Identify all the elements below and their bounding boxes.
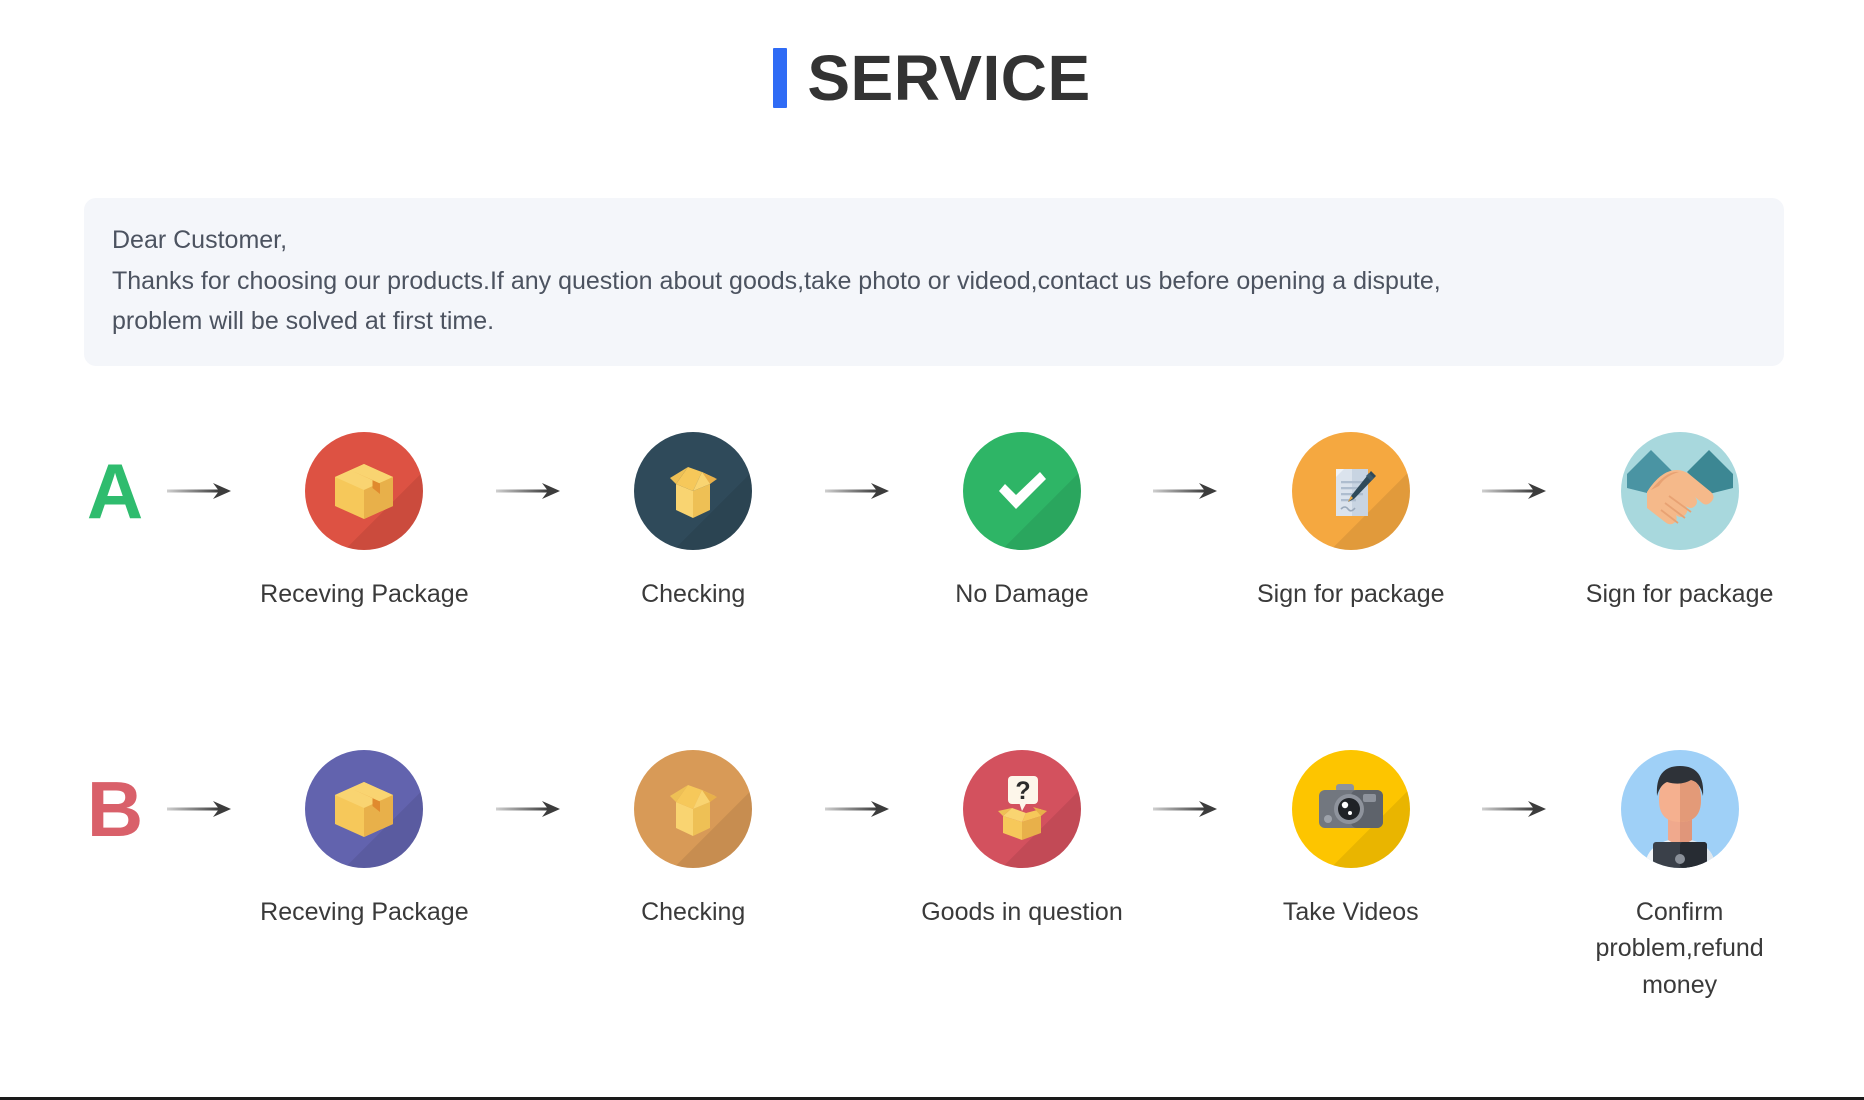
notice-line-1: Dear Customer, (112, 226, 288, 254)
notice-line-2: Thanks for choosing our products.If any … (112, 266, 1441, 295)
handshake-icon (1620, 432, 1739, 550)
flow-step: ? Goods in question (900, 750, 1145, 930)
flow-step-label: Checking (641, 898, 746, 926)
flow-step: Checking (571, 750, 816, 930)
flow-step-label: Sign for package (1585, 580, 1774, 608)
page-title-text: SERVICE (807, 42, 1091, 114)
svg-text:?: ? (1015, 777, 1030, 805)
flow-step-label: Take Videos (1282, 898, 1419, 926)
flow-step: Sign for package (1557, 432, 1802, 612)
arrow-right-icon (1473, 750, 1557, 868)
flow-step-label: No Damage (955, 580, 1089, 608)
arrow-right-icon (487, 750, 571, 868)
flow-step-label: Receving Package (260, 898, 469, 926)
flow-step-label: Checking (641, 580, 746, 608)
open-box-icon (634, 432, 753, 550)
checkmark-icon (962, 432, 1081, 550)
arrow-right-icon (158, 432, 242, 550)
flow-step-label: Sign for package (1256, 580, 1445, 608)
flow-step-label: Confirm problem,refund money (1595, 898, 1764, 999)
closed-box-icon (305, 432, 424, 550)
arrow-right-icon (487, 432, 571, 550)
arrow-right-icon (1473, 432, 1557, 550)
flow-step: Sign for package (1228, 432, 1473, 612)
flow-step: No Damage (900, 432, 1145, 612)
page-title: SERVICE (0, 46, 1864, 110)
arrow-right-icon (816, 432, 900, 550)
flow-step: Take Videos (1228, 750, 1473, 930)
flow-step: Receving Package (242, 432, 487, 612)
flow-step-label: Receving Package (260, 580, 469, 608)
arrow-right-icon (158, 750, 242, 868)
customer-notice: Dear Customer, Thanks for choosing our p… (84, 198, 1784, 366)
open-box-icon (634, 750, 753, 868)
flow-step-label: Goods in question (921, 898, 1123, 926)
document-pen-icon (1291, 432, 1410, 550)
arrow-right-icon (1144, 432, 1228, 550)
camera-icon (1291, 750, 1410, 868)
support-person-icon (1620, 750, 1739, 868)
title-accent-bar (773, 48, 788, 108)
closed-box-icon (305, 750, 424, 868)
flow-badge-b-label: B (86, 765, 144, 853)
flow-step: Confirm problem,refund money (1557, 750, 1802, 1003)
flow-badge-a: A (72, 432, 158, 550)
flow-row-b: B Receving Package Checking ? Goods in q… (72, 750, 1802, 1003)
flow-row-a: A Receving Package Checking No Damage Si… (72, 432, 1802, 612)
question-box-icon: ? (962, 750, 1081, 868)
flow-badge-a-label: A (86, 447, 144, 535)
notice-line-3: problem will be solved at first time. (112, 307, 495, 335)
flow-step: Checking (571, 432, 816, 612)
arrow-right-icon (1144, 750, 1228, 868)
flow-step: Receving Package (242, 750, 487, 930)
arrow-right-icon (816, 750, 900, 868)
flow-badge-b: B (72, 750, 158, 868)
service-page: SERVICE Dear Customer, Thanks for choosi… (0, 0, 1864, 1100)
